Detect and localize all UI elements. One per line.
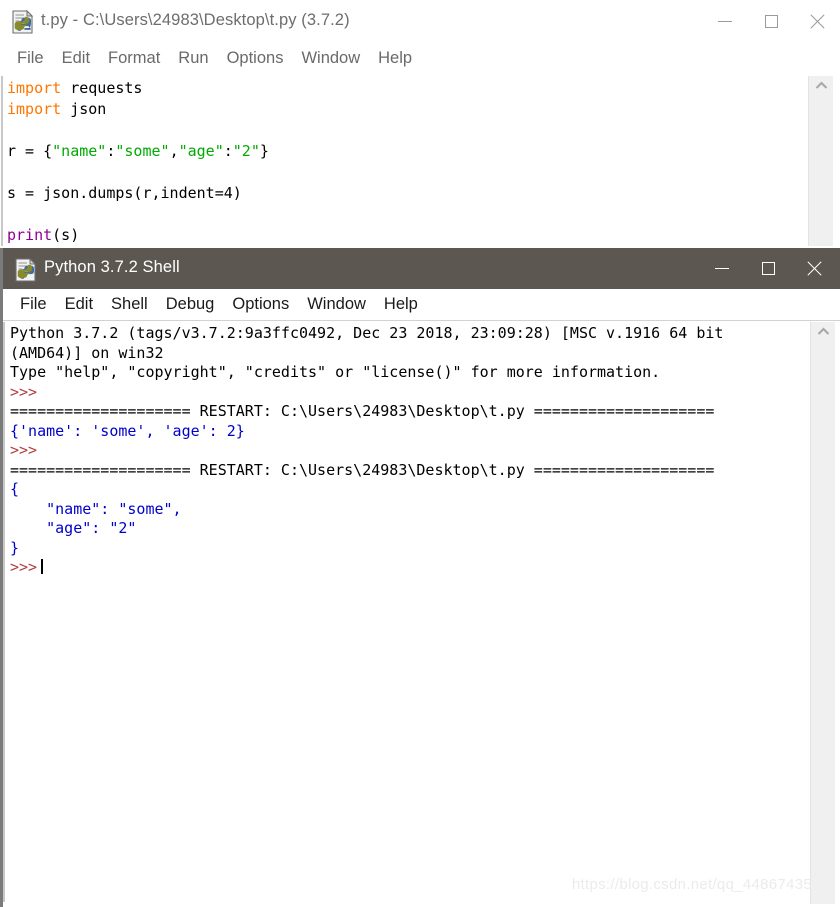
code-token: r = { — [7, 142, 53, 160]
shell-menu-options[interactable]: Options — [223, 295, 298, 314]
code-line: import json — [7, 99, 807, 120]
maximize-icon — [764, 15, 778, 28]
code-token: "age" — [178, 142, 224, 160]
close-button[interactable] — [791, 248, 837, 289]
shell-menu-help[interactable]: Help — [375, 295, 427, 314]
code-token: (s) — [52, 226, 80, 244]
code-line: (AMD64)] on win32 — [10, 344, 803, 364]
code-token: "name": "some", — [10, 499, 182, 518]
shell-menu-shell[interactable]: Shell — [102, 295, 157, 314]
code-line: "name": "some", — [10, 500, 803, 520]
editor-menu-file[interactable]: File — [8, 49, 53, 68]
code-line: ==================== RESTART: C:\Users\2… — [10, 461, 803, 481]
code-token: "2" — [232, 142, 260, 160]
code-token: { — [10, 480, 20, 498]
idle-editor-window: t.py - C:\Users\24983\Desktop\t.py (3.7.… — [0, 0, 840, 248]
minimize-button[interactable] — [702, 0, 748, 43]
code-token: Type "help", "copyright", "credits" or "… — [10, 363, 661, 381]
shell-titlebar[interactable]: Python 3.7.2 Shell — [3, 248, 840, 289]
code-token: } — [259, 142, 269, 160]
maximize-button[interactable] — [748, 0, 794, 43]
code-line: } — [10, 539, 803, 559]
code-token: s = json.dumps(r,indent=4) — [7, 184, 242, 202]
maximize-icon — [761, 262, 775, 275]
code-token: print — [7, 226, 53, 244]
shell-menu-window[interactable]: Window — [298, 295, 375, 314]
code-token: "some" — [115, 142, 170, 160]
chevron-up-icon[interactable] — [811, 326, 835, 340]
code-token: >>> — [10, 441, 47, 459]
code-token: "name" — [52, 142, 107, 160]
editor-vertical-scrollbar[interactable] — [808, 76, 833, 246]
code-line: ==================== RESTART: C:\Users\2… — [10, 402, 803, 422]
editor-menu-options[interactable]: Options — [218, 49, 293, 68]
python-shell-window: Python 3.7.2 Shell File Edit Shell Debug Opt… — [0, 248, 840, 907]
editor-code-area[interactable]: import requests import json r = {"name":"… — [1, 76, 807, 246]
code-token: } — [10, 538, 20, 557]
maximize-button[interactable] — [745, 248, 791, 289]
python-shell-icon — [13, 257, 39, 283]
editor-menu-window[interactable]: Window — [292, 49, 369, 68]
editor-titlebar[interactable]: t.py - C:\Users\24983\Desktop\t.py (3.7.… — [0, 0, 840, 44]
code-token: ==================== RESTART: C:\Users\2… — [10, 402, 715, 420]
code-token: (AMD64)] on win32 — [10, 343, 164, 362]
code-token: {'name': 'some', 'age': 2} — [10, 421, 245, 440]
code-line: Type "help", "copyright", "credits" or "… — [10, 363, 803, 383]
shell-menu-edit[interactable]: Edit — [56, 295, 102, 314]
code-line: "age": "2" — [10, 519, 803, 539]
code-line: s = json.dumps(r,indent=4) — [7, 183, 807, 204]
code-token: ==================== RESTART: C:\Users\2… — [10, 460, 715, 479]
minimize-icon — [718, 21, 732, 22]
code-token: : — [223, 142, 233, 160]
close-button[interactable] — [794, 0, 840, 43]
editor-menu-format[interactable]: Format — [99, 49, 169, 68]
code-line: {'name': 'some', 'age': 2} — [10, 422, 803, 442]
editor-menu-help[interactable]: Help — [369, 49, 421, 68]
python-file-icon — [10, 9, 36, 35]
code-line: >>> — [10, 558, 803, 578]
editor-menu-run[interactable]: Run — [169, 49, 217, 68]
shell-menubar: File Edit Shell Debug Options Window Help — [3, 289, 840, 321]
shell-output-area[interactable]: Python 3.7.2 (tags/v3.7.2:9a3ffc0492, De… — [3, 322, 803, 902]
editor-right-edge — [832, 70, 840, 248]
shell-title: Python 3.7.2 Shell — [44, 258, 180, 276]
code-token: >>> — [10, 558, 38, 576]
code-line: import requests — [7, 78, 807, 99]
text-cursor — [41, 559, 44, 574]
code-token: import — [7, 100, 62, 118]
code-line: >>> — [10, 383, 803, 403]
editor-menu-edit[interactable]: Edit — [53, 49, 99, 68]
editor-window-controls — [702, 0, 840, 43]
code-line: r = {"name":"some","age":"2"} — [7, 141, 807, 162]
code-token: "age": "2" — [10, 519, 137, 537]
code-line: { — [10, 480, 803, 500]
code-line: print(s) — [7, 225, 807, 246]
close-icon — [809, 14, 825, 30]
shell-menu-file[interactable]: File — [11, 295, 56, 314]
shell-vertical-scrollbar[interactable] — [810, 322, 835, 904]
editor-title: t.py - C:\Users\24983\Desktop\t.py (3.7.… — [41, 11, 350, 29]
close-icon — [806, 261, 822, 277]
code-token: , — [169, 142, 179, 160]
code-token: Python 3.7.2 (tags/v3.7.2:9a3ffc0492, De… — [10, 324, 724, 342]
code-token: import — [7, 79, 62, 97]
minimize-icon — [715, 268, 729, 269]
code-line: >>> — [10, 441, 803, 461]
code-token: >>> — [10, 382, 47, 401]
code-token: json — [61, 100, 107, 118]
editor-menubar: File Edit Format Run Options Window Help — [0, 43, 840, 73]
shell-menu-debug[interactable]: Debug — [157, 295, 224, 314]
chevron-up-icon[interactable] — [809, 80, 833, 94]
minimize-button[interactable] — [699, 248, 745, 289]
code-token: requests — [61, 79, 143, 97]
shell-window-controls — [699, 248, 837, 289]
watermark-text: https://blog.csdn.net/qq_44867435 — [571, 876, 812, 893]
code-line: Python 3.7.2 (tags/v3.7.2:9a3ffc0492, De… — [10, 324, 803, 344]
